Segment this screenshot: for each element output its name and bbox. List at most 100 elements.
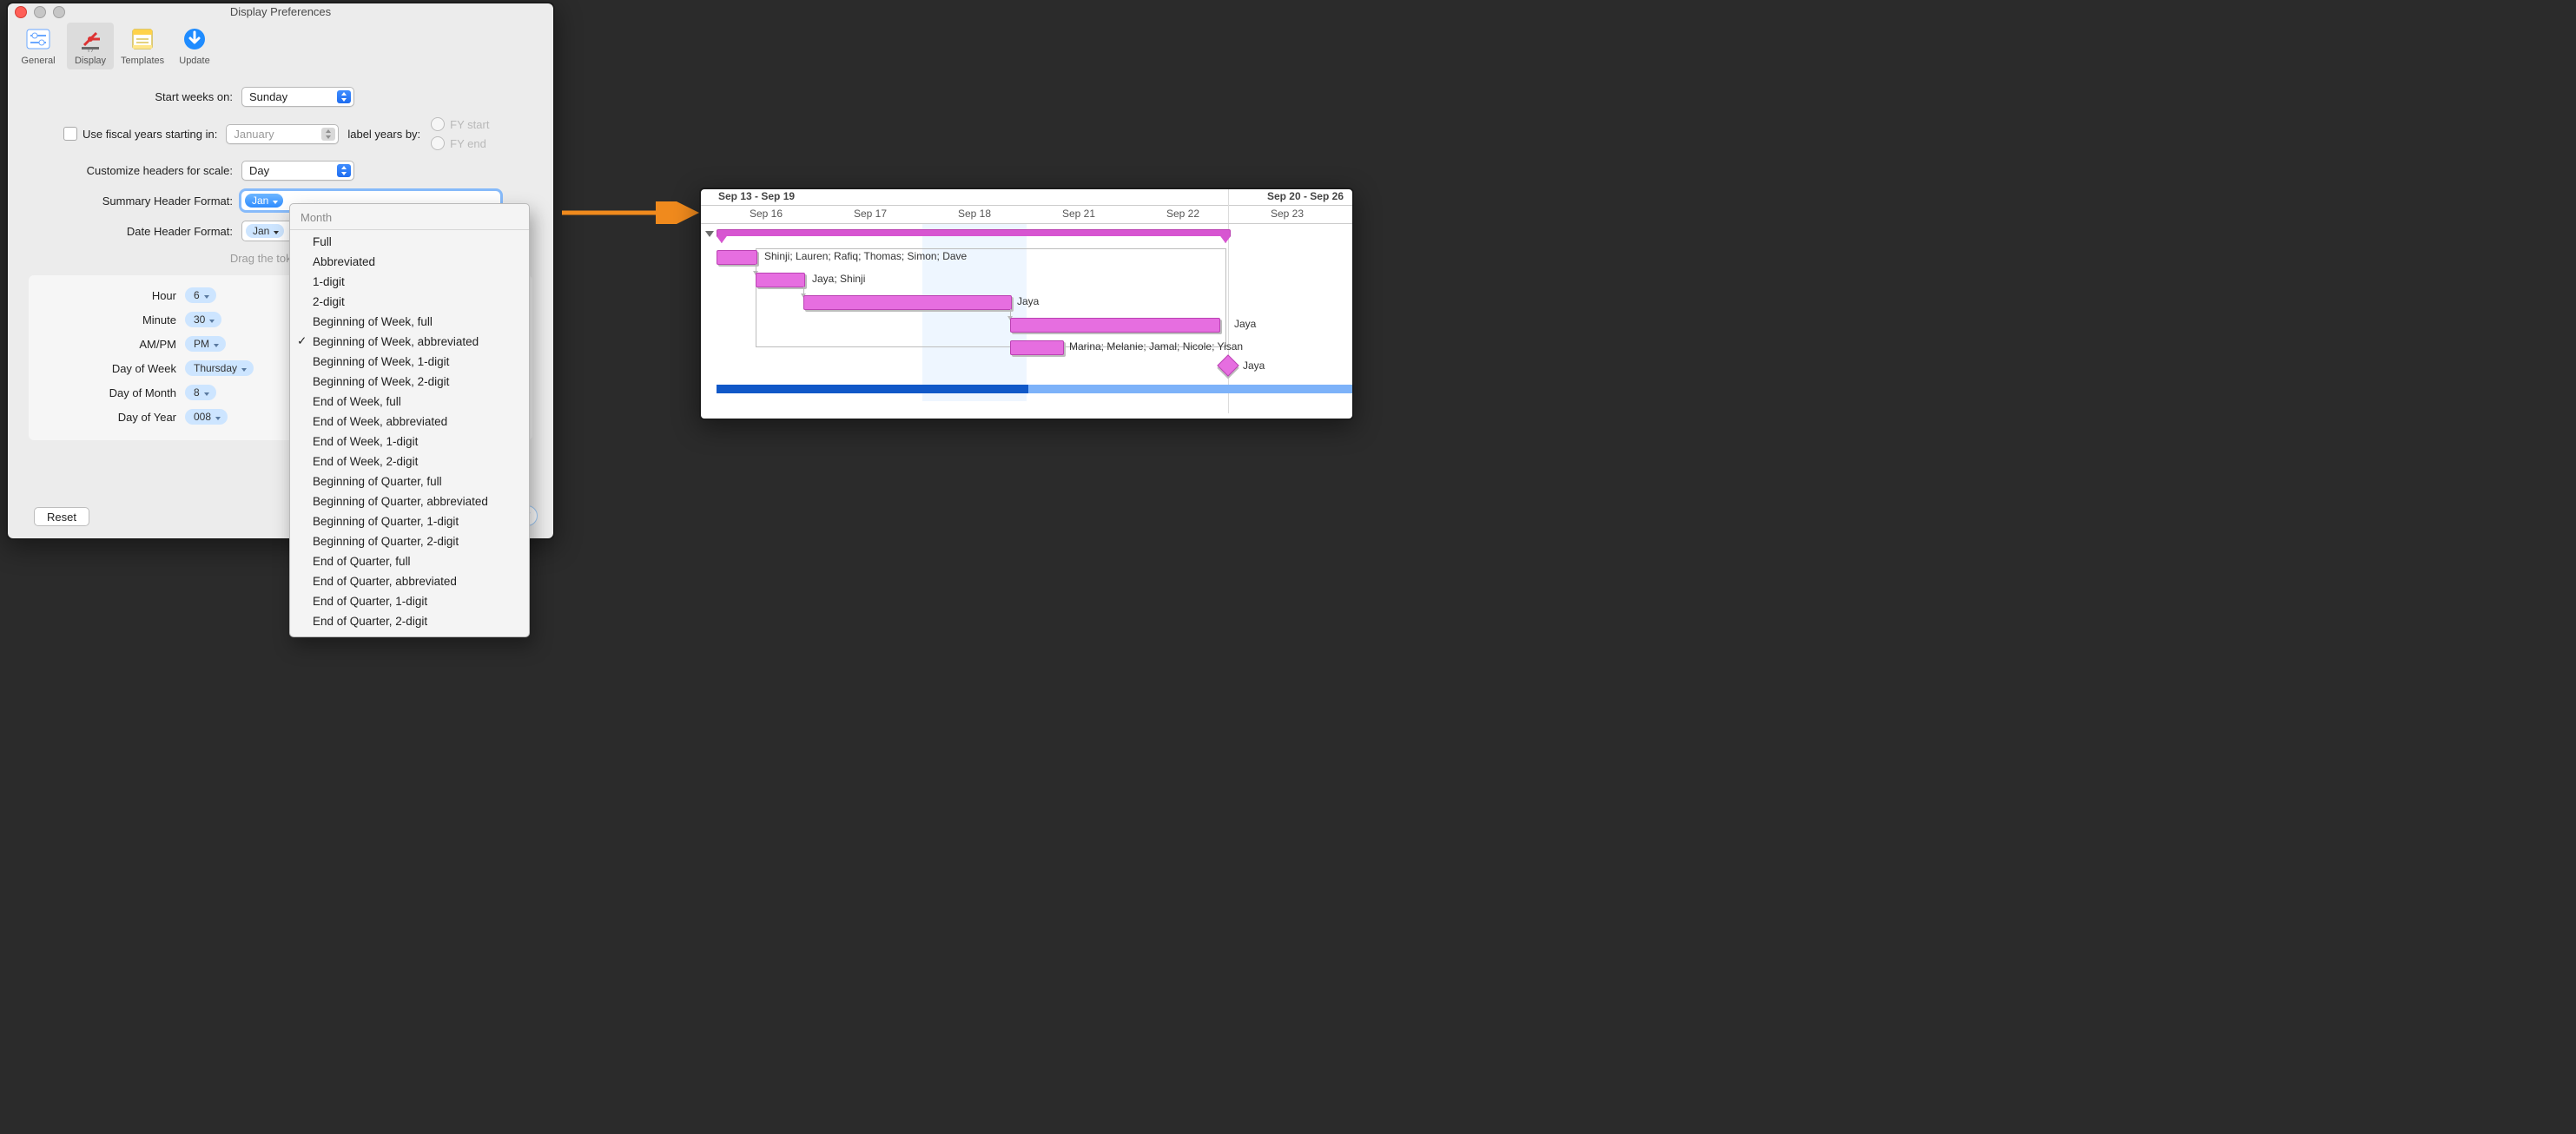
clock-ruler-icon: 17 xyxy=(76,24,105,54)
dropdown-item[interactable]: Abbreviated xyxy=(290,252,529,272)
close-window-button[interactable] xyxy=(15,6,27,18)
task-bar[interactable] xyxy=(756,273,805,287)
dropdown-item[interactable]: Full xyxy=(290,232,529,252)
customize-scale-select[interactable]: Day xyxy=(241,161,354,181)
download-arrow-icon xyxy=(180,24,209,54)
fiscal-month-value: January xyxy=(234,128,274,141)
start-weeks-label: Start weeks on: xyxy=(29,90,241,103)
gantt-day-header: Sep 16 Sep 17 Sep 18 Sep 21 Sep 22 Sep 2… xyxy=(701,206,1352,224)
dropdown-item[interactable]: End of Week, full xyxy=(290,392,529,412)
summary-range-right: Sep 20 - Sep 26 xyxy=(1267,190,1344,202)
tab-label: Update xyxy=(179,56,209,66)
dropdown-item[interactable]: Beginning of Week, abbreviated xyxy=(290,332,529,352)
hour-label: Hour xyxy=(37,289,185,302)
summary-token-month[interactable]: Jan xyxy=(245,194,283,208)
summary-range-left: Sep 13 - Sep 19 xyxy=(718,190,795,202)
date-token-month[interactable]: Jan xyxy=(246,224,284,238)
fiscal-checkbox[interactable] xyxy=(63,127,77,141)
customize-scale-value: Day xyxy=(249,164,269,177)
tab-label: Display xyxy=(75,56,106,66)
tab-general[interactable]: General xyxy=(15,23,62,69)
day-header: Sep 22 xyxy=(1166,208,1199,220)
gantt-preview: Sep 13 - Sep 19 Sep 20 - Sep 26 Sep 16 S… xyxy=(699,188,1354,420)
fy-start-label: FY start xyxy=(450,118,489,131)
minimize-window-button[interactable] xyxy=(34,6,46,18)
day-header: Sep 21 xyxy=(1062,208,1095,220)
gantt-body: Shinji; Lauren; Rafiq; Thomas; Simon; Da… xyxy=(701,224,1352,401)
dropdown-item[interactable]: Beginning of Week, full xyxy=(290,312,529,332)
task-label: Jaya; Shinji xyxy=(812,273,865,285)
fiscal-month-select[interactable]: January xyxy=(226,124,339,144)
fy-end-label: FY end xyxy=(450,137,486,150)
task-label: Shinji; Lauren; Rafiq; Thomas; Simon; Da… xyxy=(764,250,967,262)
label-years-by: label years by: xyxy=(347,128,420,141)
month-format-dropdown[interactable]: Month FullAbbreviated1-digit2-digitBegin… xyxy=(289,203,530,637)
task-bar[interactable] xyxy=(803,295,1012,310)
disclosure-triangle-icon[interactable] xyxy=(705,231,714,237)
dropdown-item[interactable]: End of Week, 1-digit xyxy=(290,432,529,452)
dropdown-item[interactable]: Beginning of Quarter, 1-digit xyxy=(290,511,529,531)
day-header: Sep 17 xyxy=(854,208,887,220)
minute-label: Minute xyxy=(37,313,185,326)
dropdown-item[interactable]: Beginning of Quarter, abbreviated xyxy=(290,491,529,511)
ampm-chip[interactable]: PM xyxy=(185,336,226,352)
gantt-summary-header: Sep 13 - Sep 19 Sep 20 - Sep 26 xyxy=(701,189,1352,206)
task-bar[interactable] xyxy=(717,250,757,265)
start-weeks-value: Sunday xyxy=(249,90,287,103)
tab-update[interactable]: Update xyxy=(171,23,218,69)
dropdown-title: Month xyxy=(290,208,529,227)
dropdown-item[interactable]: Beginning of Week, 2-digit xyxy=(290,372,529,392)
start-weeks-select[interactable]: Sunday xyxy=(241,87,354,107)
window-controls xyxy=(15,6,65,18)
titlebar: Display Preferences xyxy=(8,3,553,21)
dropdown-item[interactable]: 1-digit xyxy=(290,272,529,292)
day-header: Sep 18 xyxy=(958,208,991,220)
tab-display[interactable]: 17 Display xyxy=(67,23,114,69)
task-bar[interactable] xyxy=(1010,340,1064,355)
summary-header-label: Summary Header Format: xyxy=(29,194,241,208)
milestone[interactable] xyxy=(1217,354,1238,376)
fy-start-radio[interactable] xyxy=(431,117,445,131)
dropdown-separator xyxy=(290,229,529,230)
svg-text:17: 17 xyxy=(87,49,94,52)
task-label: Marina; Melanie; Jamal; Nicole; Yisan xyxy=(1069,340,1243,353)
progress-strip xyxy=(717,385,1352,393)
dropdown-item[interactable]: Beginning of Quarter, 2-digit xyxy=(290,531,529,551)
dayofweek-chip[interactable]: Thursday xyxy=(185,360,254,376)
dayofyear-chip[interactable]: 008 xyxy=(185,409,228,425)
ampm-label: AM/PM xyxy=(37,338,185,351)
arrow-icon xyxy=(560,201,699,224)
dropdown-item[interactable]: End of Week, abbreviated xyxy=(290,412,529,432)
hour-chip[interactable]: 6 xyxy=(185,287,216,303)
progress-done xyxy=(717,385,1028,393)
customize-label: Customize headers for scale: xyxy=(29,164,241,177)
preferences-toolbar: General 17 Display Templates Update xyxy=(8,21,553,69)
dayofmonth-label: Day of Month xyxy=(37,386,185,399)
dayofmonth-chip[interactable]: 8 xyxy=(185,385,216,400)
dropdown-item[interactable]: End of Quarter, 2-digit xyxy=(290,611,529,631)
dropdown-item[interactable]: Beginning of Week, 1-digit xyxy=(290,352,529,372)
reset-button[interactable]: Reset xyxy=(34,507,89,526)
task-label: Jaya xyxy=(1017,295,1039,307)
sliders-icon xyxy=(23,24,53,54)
dropdown-item[interactable]: 2-digit xyxy=(290,292,529,312)
fy-end-radio[interactable] xyxy=(431,136,445,150)
task-label: Jaya xyxy=(1243,359,1265,372)
zoom-window-button[interactable] xyxy=(53,6,65,18)
dropdown-item[interactable]: Beginning of Quarter, full xyxy=(290,471,529,491)
minute-chip[interactable]: 30 xyxy=(185,312,221,327)
date-header-label: Date Header Format: xyxy=(29,225,241,238)
tab-label: General xyxy=(21,56,55,66)
dropdown-item[interactable]: End of Quarter, abbreviated xyxy=(290,571,529,591)
dropdown-item[interactable]: End of Quarter, full xyxy=(290,551,529,571)
window-title: Display Preferences xyxy=(8,3,553,21)
task-label: Jaya xyxy=(1234,318,1256,330)
task-bar[interactable] xyxy=(1010,318,1220,333)
tab-label: Templates xyxy=(121,56,164,66)
fiscal-check-label: Use fiscal years starting in: xyxy=(83,128,217,141)
dayofyear-label: Day of Year xyxy=(37,411,185,424)
tab-templates[interactable]: Templates xyxy=(119,23,166,69)
dropdown-item[interactable]: End of Quarter, 1-digit xyxy=(290,591,529,611)
templates-icon xyxy=(128,24,157,54)
dropdown-item[interactable]: End of Week, 2-digit xyxy=(290,452,529,471)
